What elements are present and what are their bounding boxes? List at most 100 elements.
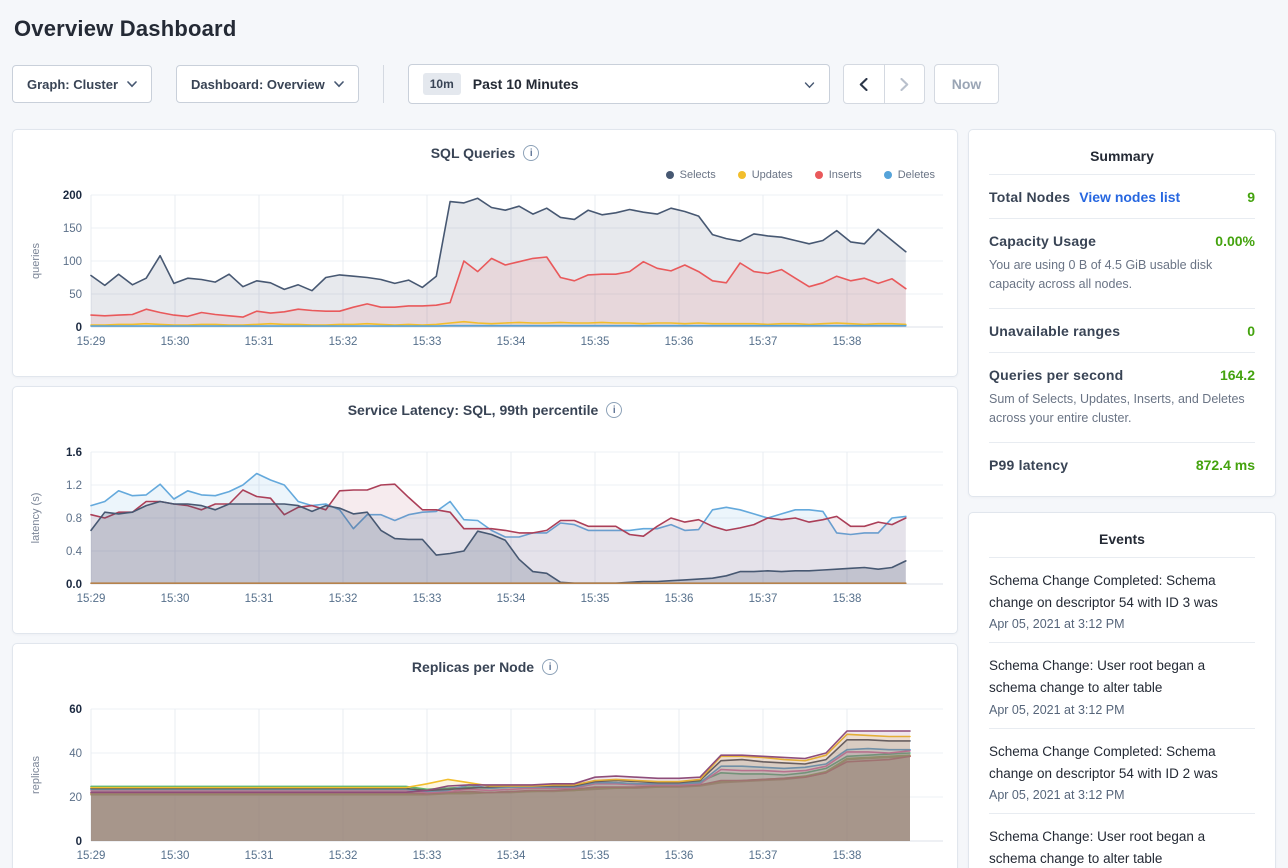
- legend-dot-icon: [815, 171, 823, 179]
- x-tick-label: 15:37: [749, 850, 778, 862]
- x-tick-label: 15:36: [665, 593, 694, 605]
- event-item[interactable]: Schema Change: User root began a schema …: [989, 642, 1255, 728]
- x-tick-label: 15:30: [161, 593, 190, 605]
- summary-title: Summary: [989, 144, 1255, 174]
- legend-dot-icon: [666, 171, 674, 179]
- y-axis-title: replicas: [30, 756, 42, 794]
- service-latency-chart[interactable]: 0.00.40.81.21.615:2915:3015:3115:3215:33…: [25, 442, 945, 625]
- time-range-label: Past 10 Minutes: [473, 76, 579, 92]
- info-icon[interactable]: i: [606, 402, 622, 418]
- chart-canvas[interactable]: 020406015:2915:3015:3115:3215:3315:3415:…: [25, 699, 945, 868]
- legend-item-deletes[interactable]: Deletes: [884, 169, 935, 181]
- toolbar: Graph: Cluster Dashboard: Overview 10m P…: [12, 64, 1276, 104]
- p99-latency-value: 872.4 ms: [1196, 457, 1255, 473]
- y-tick-label: 200: [63, 190, 82, 202]
- chevron-down-icon: [334, 81, 344, 88]
- time-range-badge: 10m: [423, 73, 461, 95]
- x-tick-label: 15:29: [77, 336, 106, 348]
- now-button[interactable]: Now: [934, 64, 1000, 104]
- chevron-left-icon: [859, 78, 868, 91]
- x-tick-label: 15:38: [833, 593, 862, 605]
- x-tick-label: 15:34: [497, 336, 526, 348]
- dashboard-dropdown-text: Dashboard: Overview: [191, 77, 325, 92]
- x-tick-label: 15:31: [245, 850, 274, 862]
- service-latency-panel: Service Latency: SQL, 99th percentile i …: [12, 386, 958, 634]
- y-axis-title: latency (s): [30, 493, 42, 544]
- time-back-button[interactable]: [844, 65, 884, 103]
- summary-row-qps: Queries per second 164.2 Sum of Selects,…: [989, 352, 1255, 442]
- y-axis-title: queries: [30, 242, 42, 279]
- qps-desc: Sum of Selects, Updates, Inserts, and De…: [989, 390, 1255, 429]
- y-tick-label: 20: [69, 792, 82, 804]
- x-tick-label: 15:37: [749, 336, 778, 348]
- y-tick-label: 40: [69, 748, 82, 760]
- x-tick-label: 15:32: [329, 593, 358, 605]
- x-tick-label: 15:29: [77, 850, 106, 862]
- chart-canvas[interactable]: 0.00.40.81.21.615:2915:3015:3115:3215:33…: [25, 442, 945, 620]
- x-tick-label: 15:33: [413, 850, 442, 862]
- summary-row-unavailable-ranges: Unavailable ranges 0: [989, 308, 1255, 352]
- legend-item-selects[interactable]: Selects: [666, 169, 716, 181]
- dashboard-dropdown[interactable]: Dashboard: Overview: [176, 65, 359, 103]
- chart-canvas[interactable]: 05010015020015:2915:3015:3115:3215:3315:…: [25, 185, 945, 363]
- sidebar: Summary Total Nodes View nodes list 9 Ca…: [968, 129, 1276, 868]
- x-tick-label: 15:34: [497, 593, 526, 605]
- legend-dot-icon: [884, 171, 892, 179]
- x-tick-label: 15:32: [329, 850, 358, 862]
- x-tick-label: 15:33: [413, 593, 442, 605]
- legend-label: Selects: [680, 169, 716, 181]
- event-item[interactable]: Schema Change: User root began a schema …: [989, 813, 1255, 868]
- chart-legend: Selects Updates Inserts Deletes: [25, 167, 935, 183]
- x-tick-label: 15:36: [665, 850, 694, 862]
- view-nodes-list-link[interactable]: View nodes list: [1079, 189, 1180, 205]
- event-item[interactable]: Schema Change Completed: Schema change o…: [989, 728, 1255, 814]
- chart-title: Service Latency: SQL, 99th percentile: [348, 402, 599, 418]
- time-forward-button[interactable]: [884, 65, 924, 103]
- y-tick-label: 0.4: [66, 546, 83, 558]
- y-tick-label: 60: [69, 704, 82, 716]
- graph-dropdown[interactable]: Graph: Cluster: [12, 65, 152, 103]
- legend-item-inserts[interactable]: Inserts: [815, 169, 862, 181]
- x-tick-label: 15:31: [245, 336, 274, 348]
- sql-queries-panel: SQL Queries i Selects Updates Inserts Delet…: [12, 129, 958, 377]
- capacity-usage-desc: You are using 0 B of 4.5 GiB usable disk…: [989, 256, 1255, 295]
- legend-dot-icon: [738, 171, 746, 179]
- time-range-picker[interactable]: 10m Past 10 Minutes: [408, 64, 830, 104]
- info-icon[interactable]: i: [542, 659, 558, 675]
- y-tick-label: 50: [69, 289, 82, 301]
- y-tick-label: 100: [63, 256, 82, 268]
- x-tick-label: 15:30: [161, 336, 190, 348]
- x-tick-label: 15:35: [581, 850, 610, 862]
- y-tick-label: 0: [76, 322, 82, 334]
- graph-dropdown-text: Graph: Cluster: [27, 77, 118, 92]
- y-tick-label: 0: [76, 836, 82, 848]
- x-tick-label: 15:31: [245, 593, 274, 605]
- toolbar-divider: [383, 65, 384, 103]
- events-panel: Events Schema Change Completed: Schema c…: [968, 512, 1276, 868]
- time-nav-group: [843, 64, 925, 104]
- chart-title: SQL Queries: [431, 145, 516, 161]
- event-item[interactable]: Schema Change Completed: Schema change o…: [989, 557, 1255, 643]
- y-tick-label: 0.8: [66, 513, 82, 525]
- x-tick-label: 15:37: [749, 593, 778, 605]
- summary-row-p99-latency: P99 latency 872.4 ms: [989, 442, 1255, 486]
- charts-column: SQL Queries i Selects Updates Inserts Delet…: [12, 129, 958, 868]
- legend-item-updates[interactable]: Updates: [738, 169, 793, 181]
- summary-row-capacity-usage: Capacity Usage 0.00% You are using 0 B o…: [989, 218, 1255, 308]
- y-tick-label: 1.2: [66, 480, 82, 492]
- page-title: Overview Dashboard: [12, 12, 1276, 42]
- y-tick-label: 0.0: [66, 579, 82, 591]
- info-icon[interactable]: i: [523, 145, 539, 161]
- summary-row-total-nodes: Total Nodes View nodes list 9: [989, 174, 1255, 218]
- legend-label: Inserts: [829, 169, 862, 181]
- chevron-down-icon: [127, 81, 137, 88]
- x-tick-label: 15:36: [665, 336, 694, 348]
- y-tick-label: 150: [63, 223, 82, 235]
- summary-panel: Summary Total Nodes View nodes list 9 Ca…: [968, 129, 1276, 497]
- sql-queries-chart[interactable]: 05010015020015:2915:3015:3115:3215:3315:…: [25, 185, 945, 368]
- x-tick-label: 15:34: [497, 850, 526, 862]
- replicas-per-node-chart[interactable]: 020406015:2915:3015:3115:3215:3315:3415:…: [25, 699, 945, 868]
- y-tick-label: 1.6: [66, 447, 82, 459]
- capacity-usage-value: 0.00%: [1215, 233, 1255, 249]
- replicas-per-node-panel: Replicas per Node i 020406015:2915:3015:…: [12, 643, 958, 868]
